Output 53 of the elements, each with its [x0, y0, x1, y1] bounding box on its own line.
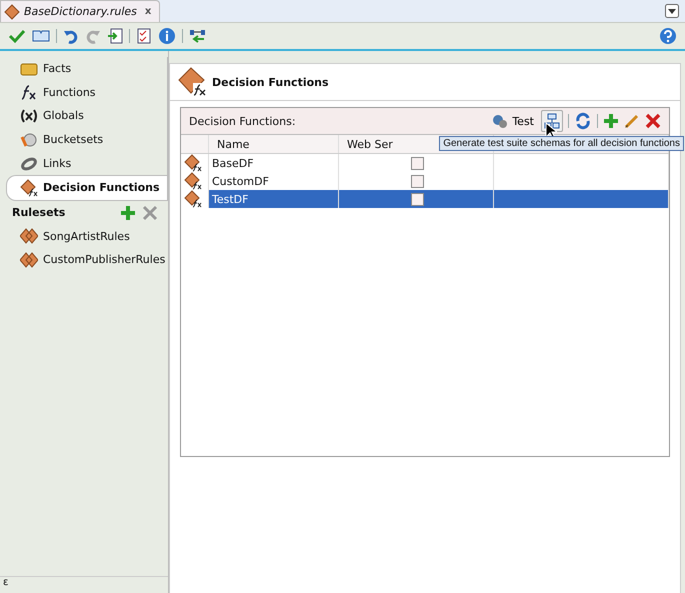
nav-item[interactable]: Facts	[0, 57, 167, 81]
import-icon[interactable]	[107, 28, 123, 44]
table-row[interactable]: BaseDF	[181, 154, 669, 172]
undo-icon[interactable]	[63, 28, 79, 44]
delete-icon[interactable]	[142, 204, 158, 221]
decision-function-icon	[184, 172, 202, 190]
add-icon[interactable]	[120, 204, 136, 221]
checklist-icon[interactable]	[136, 28, 152, 44]
decision-function-icon	[178, 67, 208, 97]
book-icon[interactable]	[32, 28, 50, 44]
editor-tab[interactable]: BaseDictionary.rules x	[0, 0, 160, 22]
ruleset-item[interactable]: CustomPublisherRules	[0, 248, 168, 272]
delete-icon[interactable]	[645, 113, 661, 129]
link-arrow-icon[interactable]	[189, 28, 207, 44]
checkmark-icon[interactable]	[8, 28, 26, 44]
table-row[interactable]: TestDF	[181, 190, 669, 208]
bucket-icon	[20, 132, 38, 148]
section-title: Rulesets	[12, 206, 66, 220]
test-button[interactable]: Test	[490, 113, 536, 129]
tooltip: Generate test suite schemas for all decision functions	[439, 136, 684, 151]
nav-item[interactable]: Decision Functions	[6, 174, 167, 201]
gears-icon	[492, 113, 508, 129]
refresh-icon[interactable]	[574, 112, 592, 130]
folder-icon	[20, 60, 38, 77]
diamonds-icon	[20, 252, 38, 268]
column-header: Name	[209, 135, 339, 153]
panel-title: Decision Functions:	[189, 114, 296, 128]
close-button[interactable]: x	[144, 6, 152, 17]
ruleset-item[interactable]: SongArtistRules	[0, 224, 168, 248]
function-icon	[20, 84, 38, 100]
decision-function-icon	[20, 178, 38, 197]
checkbox[interactable]	[411, 174, 424, 188]
table-cell: BaseDF	[209, 154, 339, 172]
add-icon[interactable]	[603, 113, 619, 129]
variable-icon	[20, 108, 38, 124]
help-icon[interactable]	[659, 27, 677, 45]
nav-item[interactable]: Functions	[0, 80, 167, 104]
info-icon[interactable]	[158, 27, 176, 45]
chain-link-icon	[20, 155, 38, 172]
page-title: Decision Functions	[212, 76, 329, 88]
nav-item[interactable]: Bucketsets	[0, 128, 167, 152]
nav-item[interactable]: Links	[0, 151, 167, 175]
decision-function-icon	[184, 190, 202, 208]
diamond-icon	[4, 4, 20, 20]
diamonds-icon	[20, 228, 38, 244]
dropdown-icon[interactable]	[665, 4, 679, 18]
table-cell: TestDF	[209, 190, 339, 208]
checkbox[interactable]	[411, 156, 424, 170]
decision-function-icon	[184, 154, 202, 172]
checkbox[interactable]	[411, 192, 424, 206]
pencil-icon[interactable]	[624, 113, 640, 129]
nav-item[interactable]: Globals	[0, 104, 167, 128]
status-glyph: ε	[3, 577, 8, 588]
